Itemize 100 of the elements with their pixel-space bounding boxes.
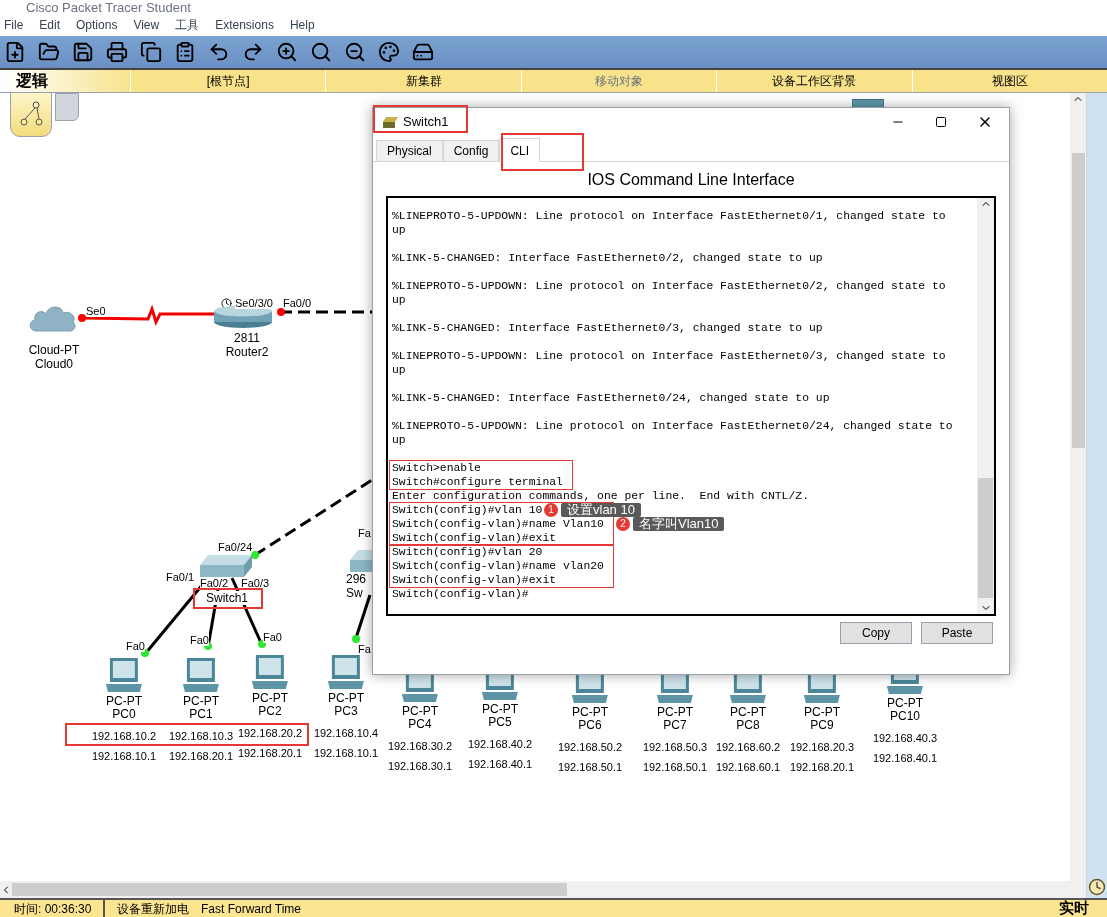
callout-label: 名字叫Vlan10: [633, 517, 725, 531]
device-label: PC-PT: [402, 705, 438, 718]
gateway-label: 192.168.10.1: [313, 747, 379, 760]
search-icon[interactable]: [310, 41, 332, 63]
port-label: Fa0/1: [166, 571, 195, 583]
gateway-label: 192.168.50.1: [642, 761, 708, 774]
status-button[interactable]: Fast Forward Time: [201, 899, 302, 917]
palette-icon[interactable]: [378, 41, 400, 63]
terminal-line: %LINK-5-CHANGED: Interface FastEthernet0/24, changed state to up: [392, 391, 830, 405]
terminal-line: %LINEPROTO-5-UPDOWN: Line protocol on Interface FastEthernet0/3, changed state to up: [392, 349, 947, 377]
copy-icon[interactable]: [140, 41, 162, 63]
hard-drive-icon[interactable]: [412, 41, 434, 63]
terminal-line: %LINEPROTO-5-UPDOWN: Line protocol on Interface FastEthernet0/24, changed state to up: [392, 419, 954, 447]
switch-icon: [350, 548, 372, 574]
port-label: Fa0/0: [283, 297, 312, 309]
status-button[interactable]: 设备重新加电: [117, 899, 189, 917]
device-label: PC0: [112, 708, 136, 721]
undo-icon[interactable]: [208, 41, 230, 63]
device-label: Cloud-PT: [28, 343, 80, 357]
port-label: Fa: [358, 643, 371, 655]
scrollbar[interactable]: [977, 198, 994, 614]
zoom-out-icon[interactable]: [344, 41, 366, 63]
device-label: Router2: [225, 345, 269, 359]
terminal-line: Switch(config-vlan)#exit: [392, 573, 557, 587]
device-label: PC-PT: [252, 692, 288, 705]
device-label: PC-PT: [106, 695, 142, 708]
gateway-label: 192.168.40.1: [467, 758, 533, 771]
workspace-item[interactable]: 视图区: [911, 70, 1107, 92]
terminal-line: Switch>enable: [392, 461, 481, 475]
callout-number: 2: [616, 517, 630, 531]
horizontal-scrollbar[interactable]: [0, 881, 1070, 898]
terminal-line: Switch(config-vlan)#name vlan20: [392, 559, 604, 573]
clock-icon: [221, 298, 232, 309]
workspace-item[interactable]: 设备工作区背景: [716, 70, 912, 92]
tab[interactable]: Physical: [376, 140, 443, 161]
device-label: PC7: [663, 719, 687, 732]
device-label: PC-PT: [482, 703, 518, 716]
gateway-label: 192.168.20.1: [789, 761, 855, 774]
terminal-line: Switch(config-vlan)#exit: [392, 531, 557, 545]
port-dot: [251, 551, 259, 559]
callout-number: 1: [544, 503, 558, 517]
menu-item[interactable]: Options: [76, 16, 118, 34]
redo-icon[interactable]: [242, 41, 264, 63]
menu-item[interactable]: Help: [289, 16, 315, 34]
vertical-scrollbar[interactable]: [1070, 93, 1086, 898]
menu-item[interactable]: File: [4, 16, 24, 34]
ip-address-label: 192.168.50.3: [642, 741, 708, 754]
device-label: PC9: [810, 719, 834, 732]
computer-icon: [250, 654, 290, 690]
ip-address-label: 192.168.10.3: [168, 730, 234, 743]
maximize-icon[interactable]: [935, 116, 947, 128]
device-label: 296: [346, 572, 367, 586]
port-dot: [258, 640, 266, 648]
menu-item[interactable]: View: [133, 16, 160, 34]
gateway-label: 192.168.50.1: [557, 761, 623, 774]
folder-icon[interactable]: [38, 41, 60, 63]
port-label: Fa0: [126, 640, 145, 652]
ip-address-label: 192.168.20.2: [237, 727, 303, 740]
ip-address-label: 192.168.40.2: [467, 738, 533, 751]
gateway-label: 192.168.20.1: [237, 747, 303, 760]
port-label: Se0/3/0: [235, 297, 273, 309]
device-label: PC6: [578, 719, 602, 732]
action-button[interactable]: Paste: [921, 622, 993, 644]
tab[interactable]: Config: [442, 140, 500, 161]
switch-icon: [200, 553, 252, 579]
ip-address-label: 192.168.10.2: [91, 730, 157, 743]
menu-item[interactable]: 工具: [175, 16, 200, 34]
workspace-item[interactable]: [根节点]: [130, 70, 326, 92]
port-label: Fa0/24: [218, 541, 253, 553]
action-button[interactable]: Copy: [840, 622, 912, 644]
device-label: PC2: [258, 705, 282, 718]
computer-icon: [326, 654, 366, 690]
app-title: Cisco Packet Tracer Student: [26, 1, 191, 14]
port-label: Fa0: [190, 634, 209, 646]
workspace-item[interactable]: 新集群: [325, 70, 521, 92]
realtime-mode-label[interactable]: 实时: [1059, 897, 1089, 917]
clock-icon[interactable]: [1088, 878, 1106, 896]
new-file-icon[interactable]: [4, 41, 26, 63]
computer-icon: [181, 657, 221, 693]
terminal-line: %LINEPROTO-5-UPDOWN: Line protocol on Interface FastEthernet0/1, changed state to up: [392, 209, 947, 237]
printer-icon[interactable]: [106, 41, 128, 63]
ip-address-label: 192.168.30.2: [387, 740, 453, 753]
terminal-line: Switch(config-vlan)#: [392, 587, 529, 601]
router-icon: [213, 305, 273, 329]
device-label: PC-PT: [804, 706, 840, 719]
device-label: Sw: [346, 586, 363, 600]
menu-item[interactable]: Extensions: [215, 16, 274, 34]
logical-view-icon[interactable]: [10, 93, 52, 137]
time-label: 时间: 00:36:30: [0, 900, 105, 917]
terminal-line: Enter configuration commands, one per line. End with CNTL/Z.: [392, 489, 809, 503]
zoom-in-icon[interactable]: [276, 41, 298, 63]
port-label: Fa0/2: [200, 577, 229, 589]
device-label: PC-PT: [657, 706, 693, 719]
menu-item[interactable]: Edit: [39, 16, 61, 34]
device-label: PC10: [890, 710, 920, 723]
workspace-mode-tab[interactable]: 逻辑: [0, 70, 130, 92]
tab[interactable]: CLI: [499, 138, 541, 162]
device-label: Switch1: [206, 591, 248, 605]
save-icon[interactable]: [72, 41, 94, 63]
document-icon[interactable]: [174, 41, 196, 63]
